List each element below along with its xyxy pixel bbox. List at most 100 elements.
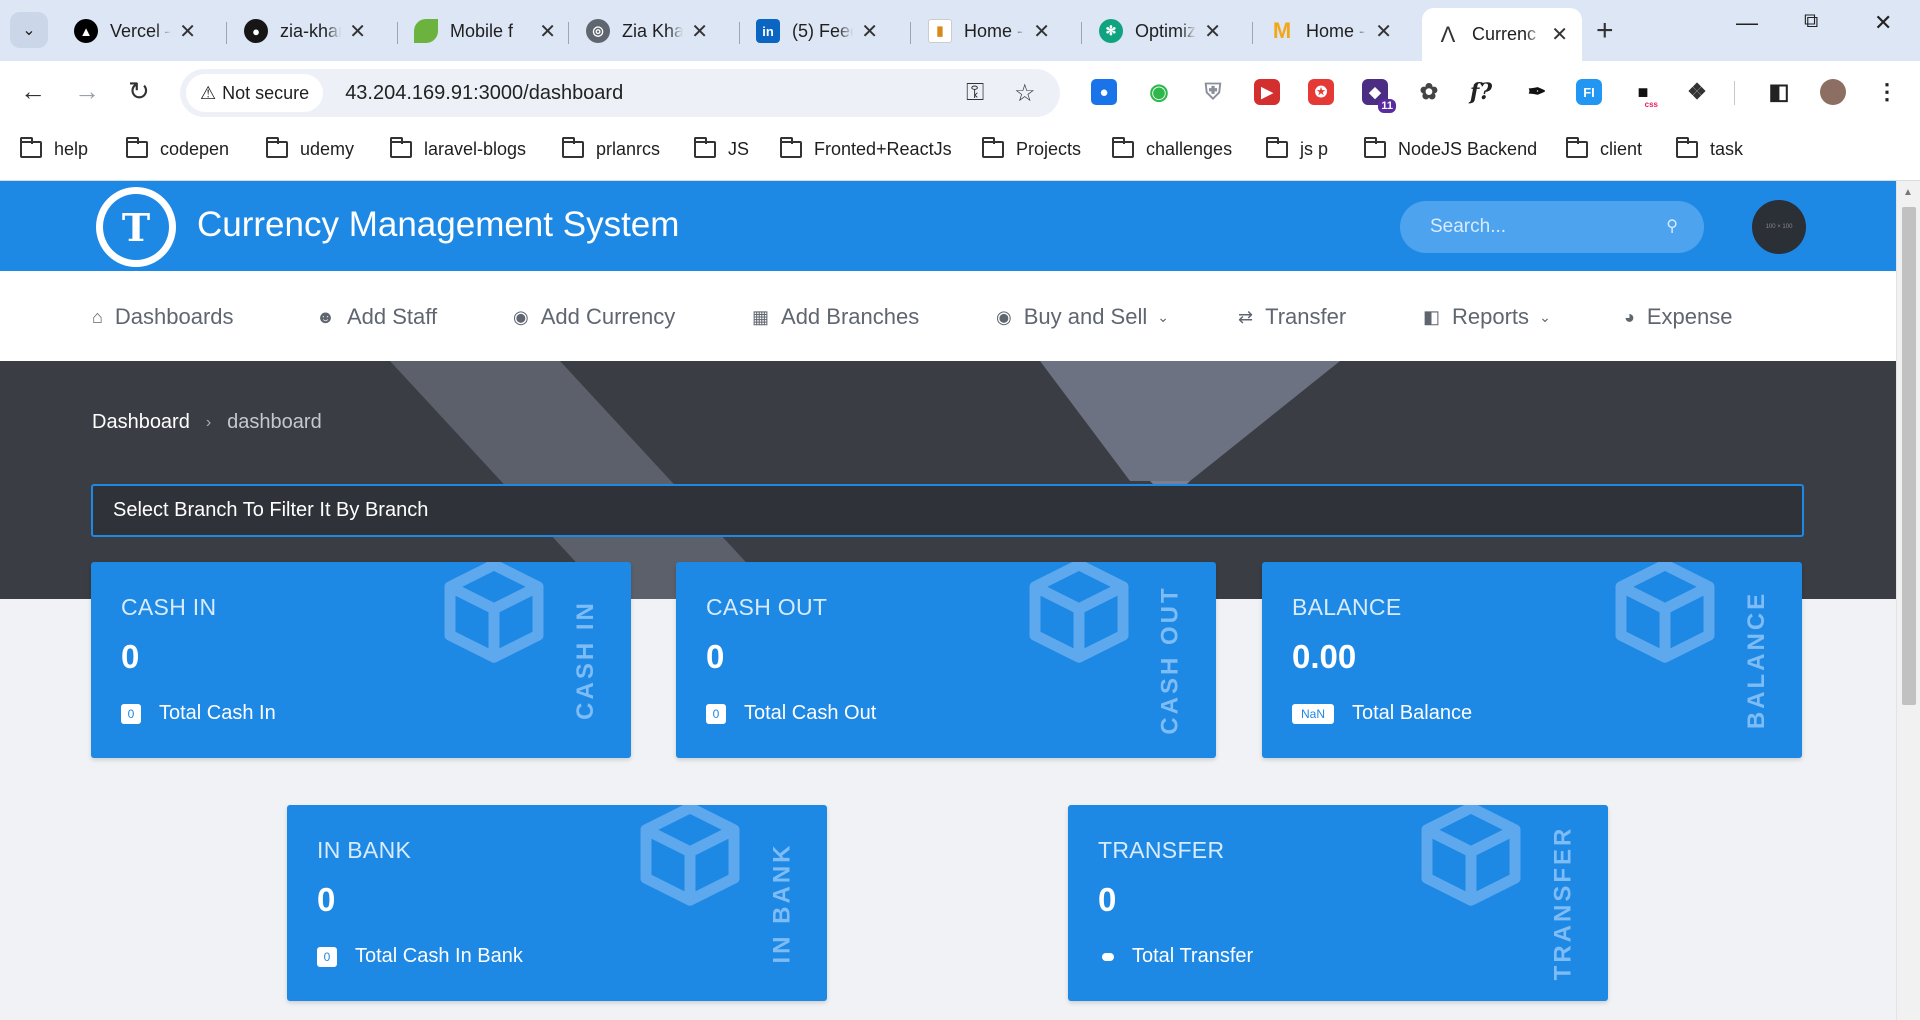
address-bar[interactable]: ⚠ Not secure 43.204.169.91:3000/dashboar… xyxy=(180,69,1060,117)
card-footer-label: Total Cash In Bank xyxy=(355,945,523,967)
star-icon[interactable]: ☆ xyxy=(1014,79,1036,108)
nav-item-reports[interactable]: ◧ Reports ⌄ xyxy=(1423,304,1551,330)
browser-tab[interactable]: ● zia-khan ✕ xyxy=(230,10,380,52)
eyedropper-icon[interactable]: ✒ xyxy=(1524,79,1550,105)
bookmark-folder[interactable]: js p xyxy=(1266,137,1329,160)
close-icon[interactable]: ✕ xyxy=(539,19,556,44)
bookmark-folder[interactable]: JS xyxy=(694,137,749,160)
reload-button[interactable]: ↻ xyxy=(128,76,150,107)
report-icon: ◧ xyxy=(1423,306,1441,327)
page-scrollbar[interactable]: ▲ xyxy=(1896,181,1920,1020)
coin-icon: ◉ xyxy=(996,306,1012,327)
bookmark-folder[interactable]: prlanrcs xyxy=(562,137,660,160)
search-input[interactable] xyxy=(1430,216,1650,238)
play-icon[interactable]: ▶ xyxy=(1254,79,1280,105)
folder-icon xyxy=(982,137,1004,158)
card-footer: NaN Total Balance xyxy=(1292,702,1472,725)
browser-tab-active[interactable]: Λ Currenc ✕ xyxy=(1422,8,1582,61)
bookmark-folder[interactable]: help xyxy=(20,137,88,160)
close-icon[interactable]: ✕ xyxy=(691,19,708,44)
browser-tab[interactable]: in (5) Feed ✕ xyxy=(742,10,892,52)
nav-item-buy-and-sell[interactable]: ◉ Buy and Sell ⌄ xyxy=(996,304,1169,330)
key-icon[interactable]: ⚿ xyxy=(966,79,984,107)
bookmark-folder[interactable]: codepen xyxy=(126,137,229,160)
chevron-down-icon: ⌄ xyxy=(1157,308,1169,325)
bookmark-folder[interactable]: challenges xyxy=(1112,137,1233,160)
side-panel-icon[interactable]: ◧ xyxy=(1766,79,1792,105)
window-close-button[interactable]: ✕ xyxy=(1874,10,1892,36)
nav-item-add-branches[interactable]: ▦ Add Branches xyxy=(752,304,919,330)
folder-icon xyxy=(1266,137,1288,158)
bookmark-folder[interactable]: NodeJS Backend xyxy=(1364,137,1537,160)
css-peeper-icon[interactable]: ■ css xyxy=(1630,79,1658,110)
close-icon[interactable]: ✕ xyxy=(179,19,196,44)
nav-item-expense[interactable]: ◕ Expense xyxy=(1624,304,1733,330)
browser-tab[interactable]: ✻ Optimiz ✕ xyxy=(1085,10,1235,52)
tab-search-button[interactable]: ⌄ xyxy=(10,12,48,48)
card-vertical-label: BALANCE xyxy=(1742,590,1772,730)
puzzle-icon[interactable]: ❖ xyxy=(1684,79,1710,105)
scrollbar-thumb[interactable] xyxy=(1902,207,1916,705)
tab-divider xyxy=(226,22,227,44)
scroll-up-arrow-icon[interactable]: ▲ xyxy=(1903,187,1913,198)
url-text[interactable]: 43.204.169.91:3000/dashboard xyxy=(345,82,623,105)
browser-tab-strip: ⌄ ▲ Vercel – ✕ ● zia-khan ✕ Mobile f ✕ ◎… xyxy=(0,0,1920,61)
graduation-cap-icon[interactable]: ◆ 11 xyxy=(1362,79,1396,113)
close-icon[interactable]: ✕ xyxy=(1204,19,1221,44)
folder-icon xyxy=(1112,137,1134,158)
tab-divider xyxy=(397,22,398,44)
restore-button[interactable]: ⧉ xyxy=(1804,10,1818,33)
folder-icon xyxy=(1364,137,1386,158)
nav-item-add-staff[interactable]: ☻ Add Staff xyxy=(316,304,437,330)
browser-tab[interactable]: ◎ Zia Khan ✕ xyxy=(572,10,722,52)
new-tab-button[interactable]: + xyxy=(1596,14,1614,48)
branch-filter-select[interactable]: Select Branch To Filter It By Branch xyxy=(91,484,1804,537)
nav-label: Add Staff xyxy=(346,304,438,329)
breadcrumb-current: dashboard xyxy=(227,411,322,433)
bookmark-folder[interactable]: task xyxy=(1676,137,1743,160)
back-button[interactable]: ← xyxy=(20,76,46,107)
browser-tab[interactable]: M Home - ✕ xyxy=(1256,10,1406,52)
nav-item-add-currency[interactable]: ◉ Add Currency xyxy=(513,304,675,330)
shield-icon[interactable]: ⛨ xyxy=(1200,79,1226,105)
forward-button[interactable]: → xyxy=(74,76,100,107)
app-logo[interactable]: T xyxy=(96,187,176,267)
user-avatar[interactable]: 100 × 100 xyxy=(1752,200,1806,254)
close-icon[interactable]: ✕ xyxy=(1551,22,1568,47)
card-footer-label: Total Balance xyxy=(1352,702,1473,724)
bookmark-label: challenges xyxy=(1146,139,1233,159)
browser-tab[interactable]: ▲ Vercel – ✕ xyxy=(60,10,210,52)
brain-icon[interactable]: ✿ xyxy=(1416,79,1442,105)
browser-tab[interactable]: ▮ Home - ✕ xyxy=(914,10,1064,52)
eye-slash-icon[interactable]: ◉ xyxy=(1146,79,1172,105)
search-icon[interactable]: ⚲ xyxy=(1666,216,1678,236)
menu-icon[interactable]: ⋮ xyxy=(1874,79,1900,105)
close-icon[interactable]: ✕ xyxy=(861,19,878,44)
nav-item-dashboards[interactable]: ⌂ Dashboards xyxy=(92,304,234,330)
bookmark-label: js p xyxy=(1300,139,1329,159)
screen-recorder-icon[interactable]: ● xyxy=(1091,79,1117,105)
search-box[interactable]: ⚲ xyxy=(1400,201,1704,253)
fi-extension-icon[interactable]: FI xyxy=(1576,79,1602,105)
card-badge: 0 xyxy=(317,946,337,967)
bookmark-folder[interactable]: Fronted+ReactJs xyxy=(780,137,952,160)
bookmark-folder[interactable]: udemy xyxy=(266,137,354,160)
openai-icon: ✻ xyxy=(1099,19,1123,43)
close-icon[interactable]: ✕ xyxy=(1033,19,1050,44)
nav-label: Transfer xyxy=(1265,304,1347,329)
minimize-button[interactable]: — xyxy=(1736,10,1758,36)
browser-tab[interactable]: Mobile f ✕ xyxy=(400,10,570,52)
stat-card-cash-out: CASH OUT 0 0 Total Cash Out CASH OUT xyxy=(676,562,1216,758)
bookmark-folder[interactable]: client xyxy=(1566,137,1642,160)
close-icon[interactable]: ✕ xyxy=(349,19,366,44)
bookmark-folder[interactable]: Projects xyxy=(982,137,1081,160)
font-finder-icon[interactable]: f? xyxy=(1468,79,1494,105)
site-info-button[interactable]: ⚠ Not secure xyxy=(186,74,324,112)
card-footer: Total Transfer xyxy=(1098,945,1253,968)
profile-avatar[interactable] xyxy=(1820,79,1846,105)
close-icon[interactable]: ✕ xyxy=(1375,19,1392,44)
bug-icon[interactable]: ✪ xyxy=(1308,79,1334,105)
bookmark-folder[interactable]: laravel-blogs xyxy=(390,137,526,160)
breadcrumb-home[interactable]: Dashboard xyxy=(92,411,190,434)
nav-item-transfer[interactable]: ⇄ Transfer xyxy=(1238,304,1346,330)
